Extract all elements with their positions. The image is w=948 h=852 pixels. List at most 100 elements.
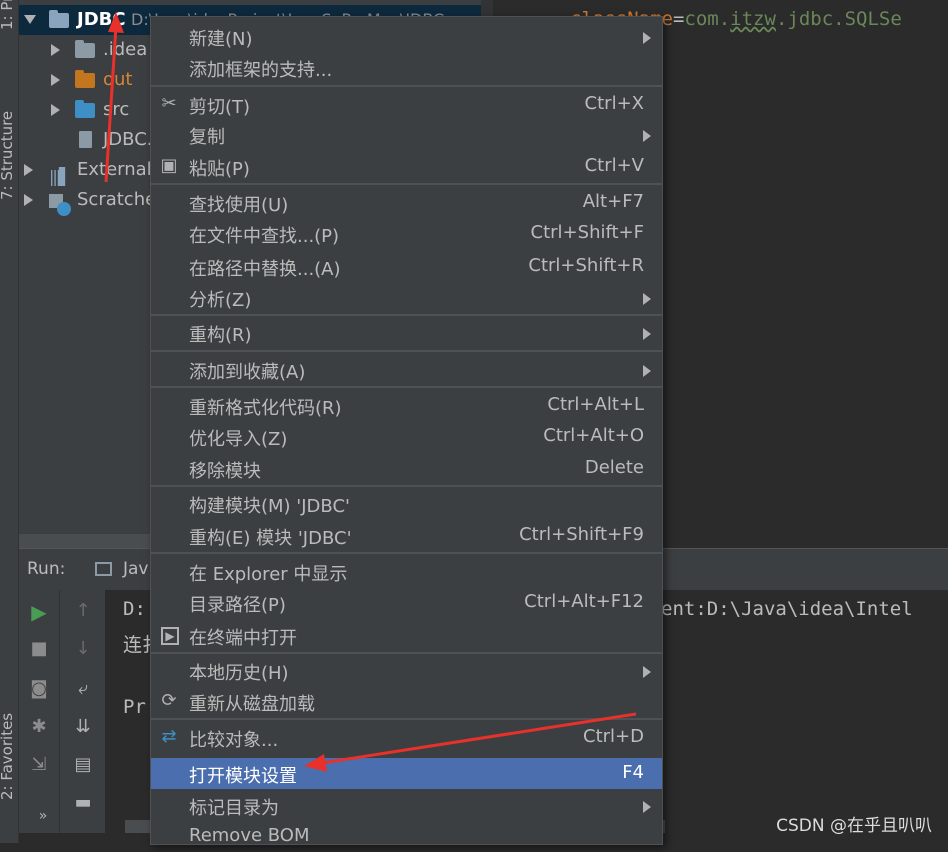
menu-separator bbox=[151, 85, 662, 87]
submenu-arrow-icon bbox=[643, 801, 651, 813]
menu-item[interactable]: 在 Explorer 中显示 bbox=[151, 556, 662, 587]
menu-item[interactable]: 标记目录为 bbox=[151, 790, 662, 821]
console-line: D: bbox=[123, 598, 146, 620]
camera-icon[interactable]: ◙ bbox=[24, 678, 54, 699]
menu-item[interactable]: 新建(N) bbox=[151, 21, 662, 52]
menu-item[interactable]: Remove BOM bbox=[151, 821, 662, 852]
compare-icon: ⇄ bbox=[161, 726, 177, 747]
menu-separator bbox=[151, 552, 662, 554]
project-tool-tab[interactable]: 1: Project bbox=[0, 0, 16, 30]
run-tab[interactable]: Jav bbox=[123, 559, 149, 579]
menu-item[interactable]: 添加到收藏(A) bbox=[151, 354, 662, 385]
tree-item-idea[interactable]: .idea bbox=[19, 35, 149, 65]
arrow-up-icon[interactable]: ↑ bbox=[68, 600, 98, 621]
console-line: Pr bbox=[123, 696, 146, 718]
menu-item[interactable]: 本地历史(H) bbox=[151, 655, 662, 686]
menu-item-label: 重构(R) bbox=[189, 325, 252, 346]
menu-item-label: 在文件中查找...(P) bbox=[189, 226, 340, 247]
debug-bug-icon[interactable]: ✱ bbox=[24, 716, 54, 737]
menu-item-label: 本地历史(H) bbox=[189, 663, 289, 684]
property-value-typo: itzw bbox=[730, 8, 776, 30]
exit-icon[interactable]: ⇲ bbox=[24, 754, 54, 775]
stop-icon[interactable]: ■ bbox=[24, 638, 54, 659]
chevron-down-icon[interactable] bbox=[24, 15, 36, 24]
menu-item[interactable]: 分析(Z) bbox=[151, 282, 662, 313]
chevron-right-icon[interactable] bbox=[51, 44, 60, 56]
menu-item-shortcut: Ctrl+V bbox=[584, 155, 644, 176]
menu-item-label: 新建(N) bbox=[189, 29, 253, 50]
run-toolbar-primary: ▶ ■ ◙ ✱ ⇲ bbox=[19, 590, 59, 833]
menu-item[interactable]: ⇄ 比较对象... Ctrl+D bbox=[151, 722, 662, 753]
console-tab-icon bbox=[95, 562, 112, 576]
tree-item-label: out bbox=[103, 69, 133, 90]
structure-tool-tab[interactable]: 7: Structure bbox=[0, 111, 16, 200]
menu-item-label: 标记目录为 bbox=[189, 798, 279, 819]
chevron-right-icon[interactable] bbox=[24, 164, 33, 176]
watermark: CSDN @在乎且叭叭 bbox=[776, 816, 932, 836]
menu-item-label: 优化导入(Z) bbox=[189, 429, 288, 450]
favorites-tool-tab[interactable]: 2: Favorites bbox=[0, 713, 16, 800]
menu-separator bbox=[151, 350, 662, 352]
menu-item[interactable]: 目录路径(P) Ctrl+Alt+F12 bbox=[151, 587, 662, 618]
menu-separator bbox=[151, 652, 662, 654]
menu-item[interactable]: ✂ 剪切(T) Ctrl+X bbox=[151, 89, 662, 120]
clipboard-icon: ▣ bbox=[160, 155, 178, 176]
menu-item[interactable]: 重新格式化代码(R) Ctrl+Alt+L bbox=[151, 390, 662, 421]
menu-item-label: 添加到收藏(A) bbox=[189, 362, 306, 383]
menu-item-label: 剪切(T) bbox=[189, 97, 251, 118]
menu-separator bbox=[151, 386, 662, 388]
arrow-down-icon[interactable]: ↓ bbox=[68, 638, 98, 659]
submenu-arrow-icon bbox=[643, 130, 651, 142]
module-folder-icon bbox=[49, 10, 69, 28]
tree-item-src[interactable]: src bbox=[19, 95, 149, 125]
menu-separator bbox=[151, 718, 662, 720]
left-tool-strip: 1: Project 7: Structure 2: Favorites bbox=[0, 0, 19, 843]
menu-item-shortcut: Ctrl+D bbox=[583, 726, 644, 747]
property-value-suffix: .jdbc.SQLSe bbox=[775, 8, 902, 30]
menu-item[interactable]: 构建模块(M) 'JDBC' bbox=[151, 488, 662, 519]
chevron-right-icon[interactable] bbox=[51, 104, 60, 116]
scissors-icon: ✂ bbox=[161, 93, 177, 114]
run-label: Run: bbox=[27, 559, 66, 579]
menu-item-label: 添加框架的支持... bbox=[189, 60, 333, 81]
root-module-name: JDBC bbox=[77, 9, 126, 30]
menu-item-label: 复制 bbox=[189, 127, 225, 148]
run-icon[interactable]: ▶ bbox=[24, 600, 54, 624]
menu-item-shortcut: F4 bbox=[622, 762, 644, 783]
menu-item-label: 比较对象... bbox=[189, 730, 279, 751]
terminal-icon: ▶ bbox=[161, 627, 179, 645]
soft-wrap-icon[interactable]: ⤶ bbox=[68, 678, 98, 699]
menu-item[interactable]: 查找使用(U) Alt+F7 bbox=[151, 187, 662, 218]
menu-item[interactable]: 重构(E) 模块 'JDBC' Ctrl+Shift+F9 bbox=[151, 520, 662, 551]
menu-item-label: 重构(E) 模块 'JDBC' bbox=[189, 528, 352, 549]
submenu-arrow-icon bbox=[643, 666, 651, 678]
property-value-prefix: com. bbox=[684, 8, 731, 30]
scroll-to-end-icon[interactable]: ⇊ bbox=[68, 716, 98, 737]
menu-item[interactable]: ▣ 粘贴(P) Ctrl+V bbox=[151, 151, 662, 182]
menu-item-label: 打开模块设置 bbox=[189, 766, 297, 787]
tree-item-iml[interactable]: JDBC. bbox=[19, 125, 153, 155]
tree-item-scratches[interactable]: Scratche bbox=[19, 185, 156, 216]
print-icon[interactable]: ▤ bbox=[68, 754, 98, 775]
more-tools-icon[interactable]: » bbox=[28, 808, 58, 824]
tree-item-out[interactable]: out bbox=[19, 65, 149, 95]
menu-item[interactable]: 添加框架的支持... bbox=[151, 52, 662, 83]
menu-item-label: 在 Explorer 中显示 bbox=[189, 564, 348, 585]
console-line-continuation: ent:D:\Java\idea\Intel bbox=[661, 598, 913, 620]
menu-item[interactable]: 在文件中查找...(P) Ctrl+Shift+F bbox=[151, 218, 662, 249]
menu-item-label: 重新格式化代码(R) bbox=[189, 398, 342, 419]
menu-item[interactable]: 复制 bbox=[151, 119, 662, 150]
menu-item[interactable]: 在路径中替换...(A) Ctrl+Shift+R bbox=[151, 251, 662, 282]
menu-item[interactable]: 优化导入(Z) Ctrl+Alt+O bbox=[151, 421, 662, 452]
tree-item-external-libraries[interactable]: |||▌ External bbox=[19, 155, 152, 186]
chevron-right-icon[interactable] bbox=[51, 74, 60, 86]
menu-item-label: 在路径中替换...(A) bbox=[189, 259, 341, 280]
menu-item[interactable]: 移除模块 Delete bbox=[151, 453, 662, 484]
excluded-folder-icon bbox=[75, 70, 95, 88]
menu-item[interactable]: ▶ 在终端中打开 bbox=[151, 620, 662, 651]
menu-item[interactable]: 重构(R) bbox=[151, 317, 662, 348]
chevron-right-icon[interactable] bbox=[24, 194, 33, 206]
trash-icon[interactable]: ▬ bbox=[68, 792, 98, 813]
menu-item[interactable]: ⟳ 重新从磁盘加载 bbox=[151, 686, 662, 717]
menu-item[interactable]: 打开模块设置 F4 bbox=[151, 758, 662, 789]
